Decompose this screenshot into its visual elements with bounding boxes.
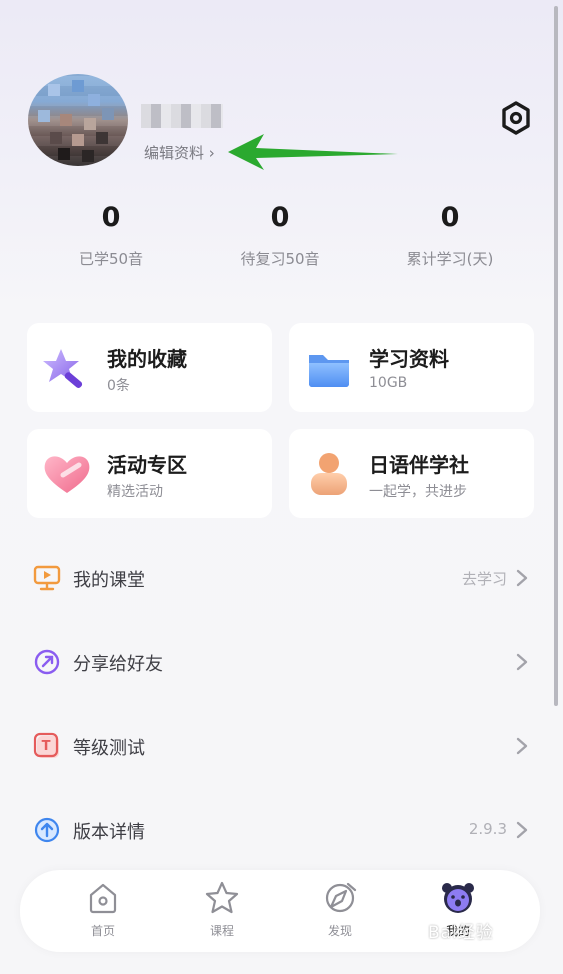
chevron-right-icon xyxy=(516,653,528,671)
card-title: 日语伴学社 xyxy=(369,453,469,477)
card-title: 学习资料 xyxy=(369,347,449,371)
chevron-right-icon xyxy=(516,821,528,839)
card-title: 我的收藏 xyxy=(107,347,187,371)
stat-days[interactable]: 0 累计学习(天) xyxy=(380,200,520,269)
star-icon xyxy=(205,881,239,914)
tab-label: 课程 xyxy=(209,924,234,938)
menu-label: 我的课堂 xyxy=(73,570,145,591)
stat-value: 0 xyxy=(270,202,290,233)
username-blurred xyxy=(141,104,223,128)
person-icon xyxy=(311,453,347,495)
card-materials[interactable]: 学习资料 10GB xyxy=(289,323,534,412)
card-favorites[interactable]: 我的收藏 0条 xyxy=(27,323,272,412)
classroom-icon xyxy=(33,565,61,591)
chevron-right-icon xyxy=(516,569,528,587)
folder-icon xyxy=(309,355,349,387)
heart-icon xyxy=(44,456,90,493)
svg-text:T: T xyxy=(42,739,51,754)
tab-courses[interactable]: 课程 xyxy=(182,880,262,939)
upgrade-icon xyxy=(34,817,60,843)
card-study-club[interactable]: 日语伴学社 一起学，共进步 xyxy=(289,429,534,518)
card-subtitle: 0条 xyxy=(107,378,130,394)
card-title: 活动专区 xyxy=(107,453,187,477)
annotation-arrow-icon xyxy=(228,134,398,170)
avatar[interactable] xyxy=(28,74,128,166)
menu-label: 等级测试 xyxy=(73,738,145,759)
card-subtitle: 精选活动 xyxy=(107,484,163,500)
share-icon xyxy=(34,649,60,675)
tab-home[interactable]: 首页 xyxy=(63,880,143,939)
menu-item-my-classroom[interactable]: 我的课堂 去学习 xyxy=(0,546,563,606)
menu-right-text: 2.9.3 xyxy=(468,820,507,838)
compass-icon xyxy=(325,882,357,913)
tab-label: 发现 xyxy=(327,924,352,938)
stat-label: 待复习50音 xyxy=(240,250,320,268)
menu-item-level-test[interactable]: T 等级测试 xyxy=(0,714,563,774)
test-icon: T xyxy=(33,732,59,758)
stat-review[interactable]: 0 待复习50音 xyxy=(210,200,350,269)
stat-value: 0 xyxy=(101,202,121,233)
stat-label: 已学50音 xyxy=(78,250,144,268)
card-activities[interactable]: 活动专区 精选活动 xyxy=(27,429,272,518)
stat-learned[interactable]: 0 已学50音 xyxy=(41,200,181,269)
menu-item-version[interactable]: 版本详情 2.9.3 xyxy=(0,798,563,858)
star-wand-icon xyxy=(43,349,83,388)
chevron-right-icon xyxy=(516,737,528,755)
stat-label: 累计学习(天) xyxy=(406,250,494,268)
watermark: Bai经验 xyxy=(428,923,494,943)
tab-label: 首页 xyxy=(90,924,115,938)
menu-item-share[interactable]: 分享给好友 xyxy=(0,630,563,690)
menu-label: 版本详情 xyxy=(73,822,145,843)
card-subtitle: 10GB xyxy=(369,375,408,391)
card-subtitle: 一起学，共进步 xyxy=(369,484,467,500)
home-icon xyxy=(89,883,117,914)
bear-icon xyxy=(442,883,474,913)
menu-label: 分享给好友 xyxy=(73,654,163,675)
menu-right-text: 去学习 xyxy=(461,570,507,588)
settings-gear-icon[interactable] xyxy=(499,100,533,136)
edit-profile-link[interactable]: 编辑资料 › xyxy=(144,142,215,163)
stat-value: 0 xyxy=(440,202,460,233)
tab-discover[interactable]: 发现 xyxy=(300,880,380,939)
